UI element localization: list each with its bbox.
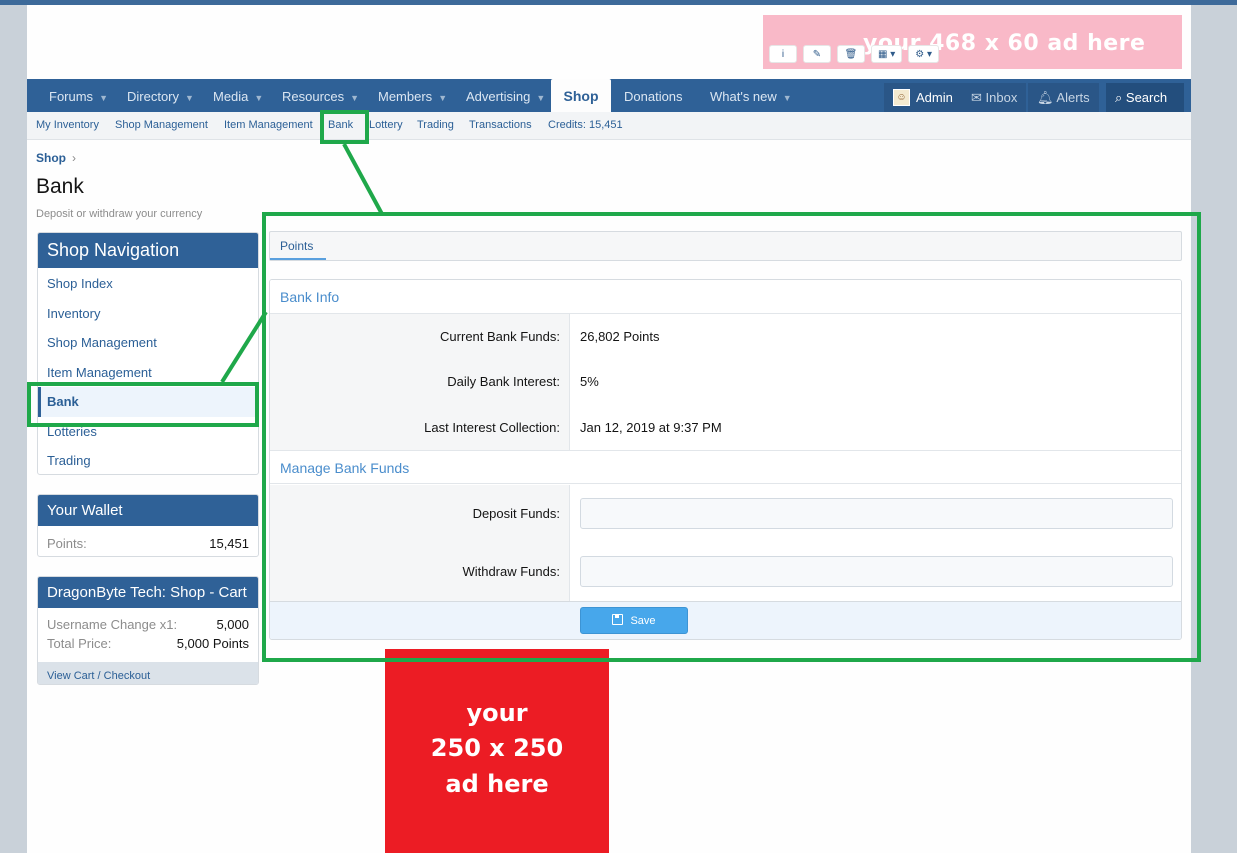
gear-icon[interactable]: ⚙ ▾	[908, 45, 940, 63]
nav-media[interactable]: Media ▼	[213, 79, 263, 112]
nav-forums[interactable]: Forums ▼	[49, 79, 108, 112]
trash-icon[interactable]: 🗑	[837, 45, 865, 63]
main-navbar: Forums ▼ Directory ▼ Media ▼ Resources ▼ Mem…	[27, 79, 1191, 112]
withdraw-funds-input[interactable]	[580, 556, 1173, 587]
ad-toolbar: i ✎ 🗑 ▦ ▾ ⚙ ▾	[769, 45, 940, 63]
form-footer: Save	[270, 601, 1181, 639]
nav-alerts[interactable]: 🔔︎ Alerts	[1028, 83, 1099, 112]
nav-advertising[interactable]: Advertising ▼	[466, 79, 545, 112]
chevron-down-icon[interactable]: ▼	[185, 93, 194, 103]
chevron-down-icon[interactable]: ▼	[350, 93, 359, 103]
sub-navbar: My Inventory Shop Management Item Manage…	[27, 112, 1191, 140]
withdraw-label: Withdraw Funds:	[462, 564, 560, 579]
save-icon	[612, 614, 624, 625]
shop-navigation-title: Shop Navigation	[38, 233, 258, 268]
wallet-value: 15,451	[209, 536, 249, 551]
subnav-trading[interactable]: Trading	[417, 119, 454, 131]
nav-donations[interactable]: Donations	[624, 79, 683, 112]
edit-icon[interactable]: ✎	[803, 45, 831, 63]
cart-row-value: 5,000 Points	[176, 636, 249, 651]
bank-info-label-column: Current Bank Funds: Daily Bank Interest:…	[270, 314, 570, 450]
cart-block: DragonByte Tech: Shop - Cart Username Ch…	[37, 576, 259, 685]
save-button[interactable]: Save	[580, 607, 688, 634]
sidebar-item-inventory[interactable]: Inventory	[38, 299, 258, 329]
subnav-credits[interactable]: Credits: 15,451	[548, 119, 623, 131]
wallet-row: Points: 15,451	[38, 534, 258, 553]
cart-row-label: Total Price:	[47, 636, 112, 651]
breadcrumb: Shop ›	[36, 151, 76, 165]
chevron-down-icon[interactable]: ▼	[783, 93, 792, 103]
nav-members[interactable]: Members ▼	[378, 79, 447, 112]
stats-icon[interactable]: ▦ ▾	[871, 45, 903, 63]
nav-inbox[interactable]: ✉ Inbox	[962, 83, 1027, 112]
cart-title: DragonByte Tech: Shop - Cart	[38, 577, 258, 608]
view-cart-link[interactable]: View Cart / Checkout	[38, 662, 258, 684]
current-funds-value: 26,802 Points	[580, 329, 660, 344]
shop-navigation-block: Shop Navigation Shop Index Inventory Sho…	[37, 232, 259, 475]
wallet-block: Your Wallet Points: 15,451	[37, 494, 259, 557]
nav-whats-new[interactable]: What's new ▼	[710, 79, 792, 112]
page-description: Deposit or withdraw your currency	[36, 208, 203, 220]
sidebar-item-bank[interactable]: Bank	[38, 387, 258, 417]
nav-resources[interactable]: Resources ▼	[282, 79, 359, 112]
breadcrumb-shop[interactable]: Shop	[36, 151, 66, 165]
wallet-label: Points:	[47, 536, 87, 551]
currency-tabs: Points	[269, 231, 1182, 261]
subnav-my-inventory[interactable]: My Inventory	[36, 119, 99, 131]
subnav-item-management[interactable]: Item Management	[224, 119, 313, 131]
cart-row: Username Change x1: 5,000	[38, 615, 258, 634]
subnav-shop-management[interactable]: Shop Management	[115, 119, 208, 131]
bank-info-title: Bank Info	[270, 280, 1181, 314]
page-title: Bank	[36, 175, 84, 198]
side-ad-line: 250 x 250	[430, 734, 564, 762]
chevron-down-icon[interactable]: ▼	[254, 93, 263, 103]
top-ad-banner[interactable]: your 468 x 60 ad here i ✎ 🗑 ▦ ▾ ⚙ ▾	[763, 15, 1182, 69]
daily-interest-label: Daily Bank Interest:	[447, 374, 560, 389]
subnav-bank[interactable]: Bank	[328, 119, 353, 131]
sidebar-item-item-management[interactable]: Item Management	[38, 358, 258, 388]
cart-row-label: Username Change x1:	[47, 617, 178, 632]
sidebar-item-lotteries[interactable]: Lotteries	[38, 417, 258, 447]
last-collection-value: Jan 12, 2019 at 9:37 PM	[580, 420, 722, 435]
nav-admin[interactable]: ☺ Admin	[884, 83, 962, 112]
sidebar-item-trading[interactable]: Trading	[38, 446, 258, 474]
info-icon[interactable]: i	[769, 45, 797, 63]
chevron-down-icon[interactable]: ▼	[99, 93, 108, 103]
wallet-title: Your Wallet	[38, 495, 258, 526]
cart-row-value: 5,000	[216, 617, 249, 632]
side-ad-line: ad here	[445, 770, 549, 798]
side-ad-line: your	[466, 699, 528, 727]
search-icon: ⌕	[1115, 90, 1126, 105]
chevron-down-icon[interactable]: ▼	[438, 93, 447, 103]
envelope-icon: ✉	[971, 90, 986, 105]
sidebar-item-shop-index[interactable]: Shop Index	[38, 269, 258, 299]
cart-row: Total Price: 5,000 Points	[38, 634, 258, 653]
nav-shop[interactable]: Shop	[551, 79, 611, 112]
bell-icon: 🔔︎	[1037, 90, 1057, 105]
deposit-label: Deposit Funds:	[472, 506, 560, 521]
bank-form: Bank Info Current Bank Funds: Daily Bank…	[269, 279, 1182, 640]
deposit-funds-input[interactable]	[580, 498, 1173, 529]
subnav-transactions[interactable]: Transactions	[469, 119, 532, 131]
nav-search[interactable]: ⌕ Search	[1106, 83, 1184, 112]
daily-interest-value: 5%	[580, 374, 599, 389]
side-ad-banner[interactable]: your 250 x 250 ad here	[385, 649, 609, 853]
manage-funds-title: Manage Bank Funds	[270, 450, 1181, 484]
page: your 468 x 60 ad here i ✎ 🗑 ▦ ▾ ⚙ ▾ Foru…	[27, 5, 1191, 853]
nav-directory[interactable]: Directory ▼	[127, 79, 194, 112]
avatar: ☺	[893, 88, 910, 106]
chevron-down-icon[interactable]: ▼	[536, 93, 545, 103]
subnav-lottery[interactable]: Lottery	[369, 119, 403, 131]
current-funds-label: Current Bank Funds:	[440, 329, 560, 344]
breadcrumb-separator: ›	[72, 151, 76, 165]
last-collection-label: Last Interest Collection:	[424, 420, 560, 435]
tab-points[interactable]: Points	[270, 232, 326, 260]
manage-funds-label-column: Deposit Funds: Withdraw Funds:	[270, 485, 570, 601]
sidebar-item-shop-management[interactable]: Shop Management	[38, 328, 258, 358]
